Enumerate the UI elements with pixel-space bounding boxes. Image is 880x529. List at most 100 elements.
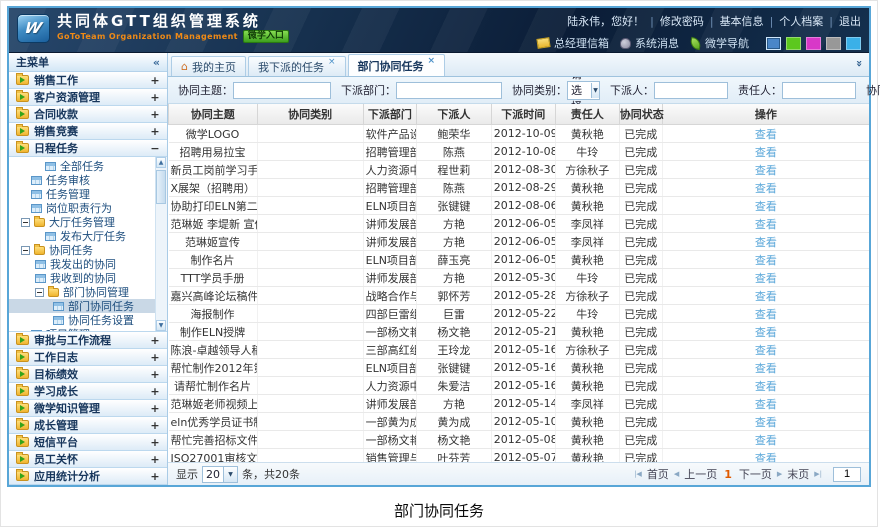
view-link[interactable]: 查看 [755, 236, 777, 249]
next-page-link[interactable]: 下一页 [739, 466, 772, 482]
owner-input[interactable] [782, 82, 856, 99]
scroll-down-icon[interactable] [156, 320, 166, 331]
panel-collapse-icon[interactable] [853, 60, 866, 67]
table-row: eln优秀学员证书制作 一部黄为成组 黄为成 2012-05-10 黄秋艳 已完… [169, 413, 870, 431]
skin-swatch[interactable] [826, 37, 841, 50]
view-link[interactable]: 查看 [755, 452, 777, 463]
scroll-up-icon[interactable] [156, 157, 166, 168]
view-link[interactable]: 查看 [755, 362, 777, 375]
first-page-link[interactable]: 首页 [647, 466, 669, 482]
view-link[interactable]: 查看 [755, 254, 777, 267]
view-link[interactable]: 查看 [755, 308, 777, 321]
sidebar-group[interactable]: 销售工作 + [9, 72, 167, 89]
micro-learning-entry-button[interactable]: 微学入口 [243, 30, 289, 43]
tab[interactable]: 我的主页 [171, 56, 246, 76]
expand-toggle-icon[interactable]: + [150, 91, 160, 104]
skin-swatch[interactable] [806, 37, 821, 50]
quick-link[interactable]: 微学导航 [690, 35, 749, 51]
sidebar-group[interactable]: 日程任务 − [9, 140, 167, 157]
tree-item[interactable]: 协同任务设置 [9, 313, 155, 327]
tree-item[interactable]: 任务管理 [9, 187, 155, 201]
view-link[interactable]: 查看 [755, 326, 777, 339]
view-link[interactable]: 查看 [755, 182, 777, 195]
view-link[interactable]: 查看 [755, 200, 777, 213]
expand-toggle-icon[interactable]: + [150, 402, 160, 415]
prev-page-link[interactable]: 上一页 [684, 466, 717, 482]
tab-close-icon[interactable] [328, 58, 336, 67]
expand-toggle-icon[interactable]: + [150, 108, 160, 121]
skin-swatch[interactable] [766, 37, 781, 50]
page-number-input[interactable] [833, 467, 861, 482]
tab-close-icon[interactable] [428, 57, 436, 66]
expand-toggle-icon[interactable]: + [150, 385, 160, 398]
sidebar-group[interactable]: 微学知识管理 + [9, 400, 167, 417]
tab[interactable]: 我下派的任务 [248, 56, 346, 76]
per-page-select[interactable]: 20 [202, 466, 238, 483]
collapse-minus-icon[interactable] [21, 218, 30, 227]
view-link[interactable]: 查看 [755, 128, 777, 141]
sidebar-group[interactable]: 客户资源管理 + [9, 89, 167, 106]
sidebar-group[interactable]: 员工关怀 + [9, 451, 167, 468]
tree-item[interactable]: 我收到的协同 [9, 271, 155, 285]
tree-item[interactable]: 任务审核 [9, 173, 155, 187]
view-link[interactable]: 查看 [755, 272, 777, 285]
header-link[interactable]: 修改密码 [644, 13, 704, 29]
scrollbar-thumb[interactable] [156, 170, 166, 204]
view-link[interactable]: 查看 [755, 380, 777, 393]
expand-toggle-icon[interactable]: + [150, 419, 160, 432]
tree-scrollbar[interactable] [155, 157, 167, 331]
sidebar-group[interactable]: 成长管理 + [9, 417, 167, 434]
tree-item[interactable]: 部门协同任务 [9, 299, 155, 313]
expand-toggle-icon[interactable]: + [150, 436, 160, 449]
header-link[interactable]: 退出 [823, 13, 861, 29]
expand-toggle-icon[interactable]: + [150, 125, 160, 138]
sidebar-group[interactable]: 学习成长 + [9, 383, 167, 400]
quick-link[interactable]: 总经理信箱 [537, 35, 609, 51]
tree-item[interactable]: 发布大厅任务 [9, 229, 155, 243]
cell-assigner: 方艳 [417, 395, 492, 413]
view-link[interactable]: 查看 [755, 434, 777, 447]
view-link[interactable]: 查看 [755, 218, 777, 231]
sidebar-collapse-icon[interactable] [153, 56, 160, 69]
view-link[interactable]: 查看 [755, 164, 777, 177]
sidebar-group[interactable]: 合同收款 + [9, 106, 167, 123]
header-link[interactable]: 基本信息 [704, 13, 764, 29]
view-link[interactable]: 查看 [755, 290, 777, 303]
tree-item[interactable]: 大厅任务管理 [9, 215, 155, 229]
tree-item[interactable]: 全部任务 [9, 159, 155, 173]
expand-toggle-icon[interactable]: + [150, 74, 160, 87]
expand-toggle-icon[interactable]: − [150, 142, 160, 155]
last-page-link[interactable]: 末页 [787, 466, 809, 482]
view-link[interactable]: 查看 [755, 344, 777, 357]
skin-swatch[interactable] [846, 37, 861, 50]
sidebar-group[interactable]: 销售竞赛 + [9, 123, 167, 140]
expand-toggle-icon[interactable]: + [150, 334, 160, 347]
expand-toggle-icon[interactable]: + [150, 351, 160, 364]
tab[interactable]: 部门协同任务 [348, 54, 446, 76]
tree-item[interactable]: 部门协同管理 [9, 285, 155, 299]
collapse-minus-icon[interactable] [21, 246, 30, 255]
sidebar-group[interactable]: 审批与工作流程 + [9, 332, 167, 349]
assigner-input[interactable] [654, 82, 728, 99]
cell-category [257, 413, 363, 431]
sidebar-group[interactable]: 目标绩效 + [9, 366, 167, 383]
view-link[interactable]: 查看 [755, 146, 777, 159]
expand-toggle-icon[interactable]: + [150, 368, 160, 381]
header-link[interactable]: 个人档案 [764, 13, 824, 29]
topic-input[interactable] [233, 82, 331, 99]
expand-toggle-icon[interactable]: + [150, 470, 160, 483]
sidebar-group[interactable]: 应用统计分析 + [9, 468, 167, 485]
category-select[interactable]: 请选择 [567, 81, 600, 100]
sidebar-group[interactable]: 工作日志 + [9, 349, 167, 366]
tree-item[interactable]: 协同任务 [9, 243, 155, 257]
collapse-minus-icon[interactable] [35, 288, 44, 297]
tree-item[interactable]: 岗位职责行为 [9, 201, 155, 215]
view-link[interactable]: 查看 [755, 416, 777, 429]
tree-item[interactable]: 我发出的协同 [9, 257, 155, 271]
view-link[interactable]: 查看 [755, 398, 777, 411]
skin-swatch[interactable] [786, 37, 801, 50]
quick-link[interactable]: 系统消息 [620, 35, 679, 51]
sidebar-group[interactable]: 短信平台 + [9, 434, 167, 451]
expand-toggle-icon[interactable]: + [150, 453, 160, 466]
dept-input[interactable] [396, 82, 502, 99]
